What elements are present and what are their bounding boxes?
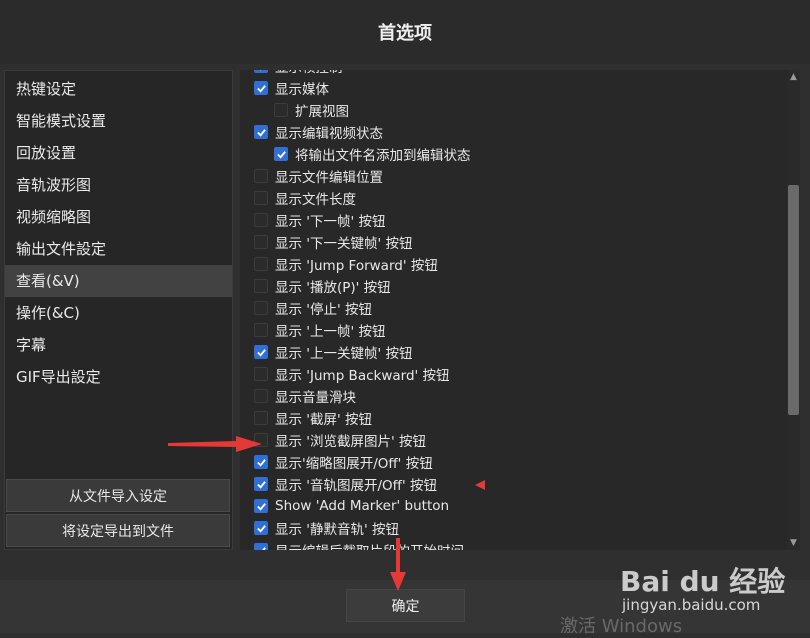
category-item-4[interactable]: 视频缩略图 <box>5 201 232 233</box>
option-row[interactable]: 显示 '播放(P)' 按钮 <box>254 275 784 297</box>
checkbox-unchecked-icon[interactable] <box>254 169 268 183</box>
checkbox-checked-icon[interactable] <box>254 125 268 139</box>
option-label: 显示 '播放(P)' 按钮 <box>275 280 391 296</box>
checkbox-checked-icon[interactable] <box>254 477 268 491</box>
windows-activation-watermark: 激活 Windows <box>560 616 683 637</box>
baidu-watermark-logo: Bai du 经验 <box>620 565 786 598</box>
checkbox-unchecked-icon[interactable] <box>254 279 268 293</box>
checkbox-checked-icon[interactable] <box>274 147 288 161</box>
category-item-6[interactable]: 查看(&V) <box>5 265 232 297</box>
category-item-3[interactable]: 音轨波形图 <box>5 169 232 201</box>
checkbox-checked-icon[interactable] <box>254 81 268 95</box>
checkbox-unchecked-icon[interactable] <box>254 235 268 249</box>
view-options-panel: 显示帧控制显示媒体扩展视图显示编辑视频状态将输出文件名添加到编辑状态显示文件编辑… <box>240 70 800 550</box>
scroll-thumb[interactable] <box>788 185 799 415</box>
option-label: 显示帧控制 <box>275 70 343 76</box>
option-label: 显示编辑后截取片段的开始时间 <box>275 540 464 550</box>
checkbox-unchecked-icon[interactable] <box>254 411 268 425</box>
option-row[interactable]: 将输出文件名添加到编辑状态 <box>254 143 784 165</box>
category-item-2[interactable]: 回放设置 <box>5 137 232 169</box>
checkbox-checked-icon[interactable] <box>254 345 268 359</box>
option-label: 显示 '上一关键帧' 按钮 <box>275 346 413 362</box>
option-label: 显示 '下一帧' 按钮 <box>275 214 386 230</box>
checkbox-checked-icon[interactable] <box>254 543 268 550</box>
checkbox-unchecked-icon[interactable] <box>274 103 288 117</box>
option-label: 显示 '音轨图展开/Off' 按钮 <box>275 478 437 494</box>
option-row[interactable]: 显示 '静默音轨' 按钮 <box>254 517 784 539</box>
option-label: 显示 '静默音轨' 按钮 <box>275 522 400 538</box>
option-row[interactable]: 显示媒体 <box>254 77 784 99</box>
scroll-up-arrow-icon[interactable]: ▲ <box>787 70 800 84</box>
option-row[interactable]: 显示文件编辑位置 <box>254 165 784 187</box>
option-label: 显示 '下一关键帧' 按钮 <box>275 236 413 252</box>
option-row[interactable]: 显示音量滑块 <box>254 385 784 407</box>
category-item-1[interactable]: 智能模式设置 <box>5 105 232 137</box>
option-row[interactable]: 显示 '上一帧' 按钮 <box>254 319 784 341</box>
checkbox-unchecked-icon[interactable] <box>254 213 268 227</box>
option-row[interactable]: 显示 '截屏' 按钮 <box>254 407 784 429</box>
option-row[interactable]: 显示 '下一关键帧' 按钮 <box>254 231 784 253</box>
option-row[interactable]: 显示 'Jump Backward' 按钮 <box>254 363 784 385</box>
checkbox-checked-icon[interactable] <box>254 521 268 535</box>
category-item-8[interactable]: 字幕 <box>5 329 232 361</box>
category-item-9[interactable]: GIF导出設定 <box>5 361 232 393</box>
checkbox-unchecked-icon[interactable] <box>254 323 268 337</box>
checkbox-unchecked-icon[interactable] <box>254 367 268 381</box>
category-item-7[interactable]: 操作(&C) <box>5 297 232 329</box>
option-label: 显示 'Jump Forward' 按钮 <box>275 258 438 274</box>
category-item-0[interactable]: 热键设定 <box>5 73 232 105</box>
checkbox-unchecked-icon[interactable] <box>254 389 268 403</box>
scroll-down-arrow-icon[interactable]: ▼ <box>787 536 800 550</box>
annotation-arrow-left-icon <box>168 436 262 452</box>
checkbox-checked-icon[interactable] <box>254 455 268 469</box>
option-label: 显示音量滑块 <box>275 390 356 406</box>
option-label: 显示'缩略图展开/Off' 按钮 <box>275 456 433 472</box>
option-label: Show 'Add Marker' button <box>275 498 450 514</box>
option-label: 显示文件长度 <box>275 192 356 208</box>
option-row[interactable]: 显示 'Jump Forward' 按钮 <box>254 253 784 275</box>
option-row[interactable]: 显示 '上一关键帧' 按钮 <box>254 341 784 363</box>
option-row[interactable]: 显示 '浏览截屏图片' 按钮 <box>254 429 784 451</box>
options-list: 显示帧控制显示媒体扩展视图显示编辑视频状态将输出文件名添加到编辑状态显示文件编辑… <box>254 70 784 550</box>
option-label: 显示文件编辑位置 <box>275 170 383 186</box>
option-label: 显示编辑视频状态 <box>275 126 383 142</box>
checkbox-unchecked-icon[interactable] <box>254 301 268 315</box>
dialog-title: 首选项 <box>0 0 810 64</box>
import-settings-button[interactable]: 从文件导入设定 <box>6 479 230 512</box>
export-settings-button[interactable]: 将设定导出到文件 <box>6 514 230 547</box>
option-row[interactable]: 显示 '音轨图展开/Off' 按钮 <box>254 473 784 495</box>
checkbox-unchecked-icon[interactable] <box>254 257 268 271</box>
option-label: 显示媒体 <box>275 82 329 98</box>
ok-button[interactable]: 确定 <box>346 589 465 622</box>
category-item-5[interactable]: 输出文件設定 <box>5 233 232 265</box>
checkbox-checked-icon[interactable] <box>254 499 268 513</box>
category-list: 热键设定 智能模式设置 回放设置 音轨波形图 视频缩略图 输出文件設定 查看(&V) 操作(&… <box>5 71 232 393</box>
annotation-arrow-down-icon <box>390 538 406 591</box>
option-label: 扩展视图 <box>295 104 349 120</box>
option-label: 显示 '上一帧' 按钮 <box>275 324 386 340</box>
option-label: 将输出文件名添加到编辑状态 <box>295 148 471 164</box>
option-row[interactable]: 显示文件长度 <box>254 187 784 209</box>
option-label: 显示 '浏览截屏图片' 按钮 <box>275 434 427 450</box>
option-row[interactable]: 显示编辑后截取片段的开始时间 <box>254 539 784 550</box>
option-row[interactable]: 显示编辑视频状态 <box>254 121 784 143</box>
checkbox-checked-icon[interactable] <box>254 70 268 73</box>
option-row[interactable]: 显示'缩略图展开/Off' 按钮 <box>254 451 784 473</box>
option-label: 显示 '截屏' 按钮 <box>275 412 373 428</box>
option-row[interactable]: 扩展视图 <box>254 99 784 121</box>
option-label: 显示 'Jump Backward' 按钮 <box>275 368 450 384</box>
option-row[interactable]: Show 'Add Marker' button <box>254 495 784 517</box>
checkbox-unchecked-icon[interactable] <box>254 191 268 205</box>
annotation-arrowhead-icon <box>475 480 485 490</box>
option-row[interactable]: 显示 '停止' 按钮 <box>254 297 784 319</box>
option-row[interactable]: 显示 '下一帧' 按钮 <box>254 209 784 231</box>
option-row[interactable]: 显示帧控制 <box>254 70 784 77</box>
option-label: 显示 '停止' 按钮 <box>275 302 373 318</box>
settings-category-panel: 热键设定 智能模式设置 回放设置 音轨波形图 视频缩略图 输出文件設定 查看(&V) 操作(&… <box>4 70 233 550</box>
options-scrollbar[interactable]: ▲ ▼ <box>787 70 800 550</box>
